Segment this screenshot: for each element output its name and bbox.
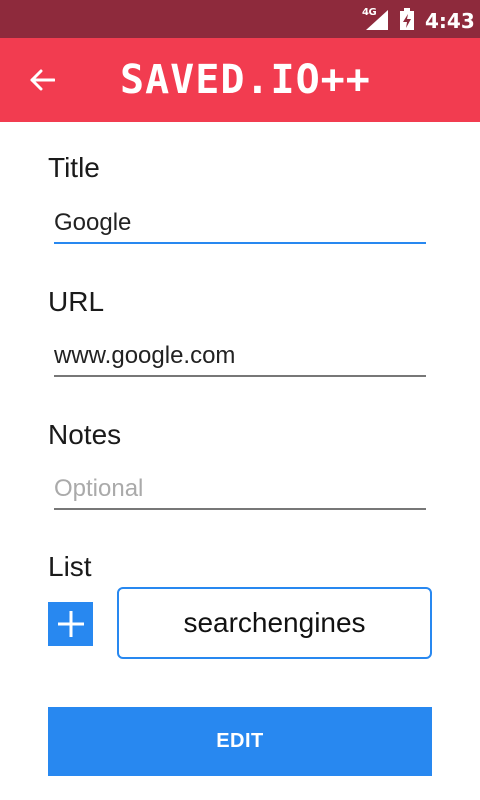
- back-button[interactable]: [22, 60, 62, 100]
- add-list-button[interactable]: [48, 602, 93, 646]
- plus-icon: [57, 611, 84, 637]
- app-bar: SAVED.IO++: [0, 38, 480, 122]
- signal-icon: [366, 10, 388, 30]
- url-label: URL: [48, 286, 105, 317]
- url-input[interactable]: [54, 337, 426, 377]
- app-title: SAVED.IO++: [120, 57, 371, 103]
- arrow-left-icon: [30, 69, 55, 91]
- status-bar: 4G 4:43: [0, 0, 480, 38]
- list-select[interactable]: searchengines: [117, 587, 432, 659]
- edit-button[interactable]: EDIT: [48, 707, 432, 776]
- title-input[interactable]: [54, 204, 426, 244]
- battery-charging-icon: [400, 8, 414, 30]
- notes-input[interactable]: [54, 470, 426, 510]
- title-label: Title: [48, 152, 100, 183]
- clock: 4:43: [425, 9, 475, 33]
- list-label: List: [48, 551, 92, 582]
- notes-label: Notes: [48, 419, 122, 450]
